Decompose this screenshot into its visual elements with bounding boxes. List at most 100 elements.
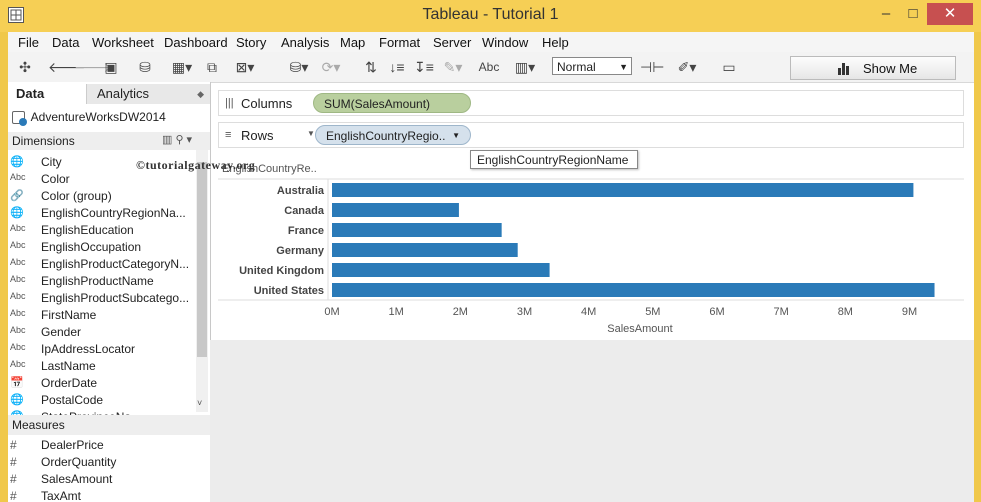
dimension-field[interactable]: 🔗 Color (group) <box>8 188 196 205</box>
abc-type-icon: Abc <box>10 359 26 369</box>
menu-format[interactable]: Format <box>379 35 420 50</box>
category-label: Australia <box>277 185 325 197</box>
sort-descending-icon[interactable]: ↧≡ <box>414 58 434 76</box>
menu-help[interactable]: Help <box>542 35 569 50</box>
measure-field[interactable]: # OrderQuantity <box>8 454 196 471</box>
new-datasource-icon[interactable]: ⛁ <box>136 58 154 76</box>
dimension-field[interactable]: Abc EnglishProductName <box>8 273 196 290</box>
rows-pill[interactable]: EnglishCountryRegio.. ▼ <box>315 125 471 145</box>
clear-sheet-icon[interactable]: ⊠▾ <box>232 58 258 76</box>
menu-worksheet[interactable]: Worksheet <box>92 35 154 50</box>
chevron-down-icon[interactable]: ▼ <box>452 126 460 146</box>
chevron-down-icon: ▼ <box>619 62 628 72</box>
dimension-field-label: City <box>41 155 62 169</box>
category-label: United States <box>254 285 324 297</box>
pen-icon[interactable]: ✐▾ <box>674 58 700 76</box>
date-type-icon: 📅 <box>10 377 24 389</box>
category-label: France <box>288 225 324 237</box>
highlight-icon[interactable]: ✎▾ <box>440 58 466 76</box>
close-button[interactable]: ✕ <box>927 3 973 25</box>
tableau-logo-icon[interactable]: ✣ <box>16 58 34 76</box>
dimension-field-label: OrderDate <box>41 376 98 390</box>
labels-icon[interactable]: Abc <box>476 58 502 76</box>
scrollbar-thumb[interactable] <box>197 162 207 357</box>
rows-shelf[interactable]: ≡ Rows ▼ EnglishCountryRegio.. ▼ <box>218 122 964 148</box>
dimension-field[interactable]: Abc Gender <box>8 324 196 341</box>
swap-icon[interactable]: ⇅ <box>362 58 380 76</box>
dimension-field-label: EnglishCountryRegionNa... <box>41 206 186 220</box>
menu-data[interactable]: Data <box>52 35 79 50</box>
measure-field[interactable]: # SalesAmount <box>8 471 196 488</box>
scrollbar[interactable]: ˅ <box>196 150 208 412</box>
number-type-icon: # <box>10 489 17 502</box>
search-icon[interactable]: ▥ ⚲ ▾ <box>162 133 192 146</box>
dimension-field-label: Gender <box>41 325 82 339</box>
category-label: Canada <box>284 205 325 217</box>
x-tick-label: 2M <box>453 306 468 318</box>
new-sheet-icon[interactable]: ▦▾ <box>170 58 194 76</box>
geo-type-icon: 🌐 <box>10 156 24 168</box>
collapse-icon[interactable]: ◆ <box>197 84 204 104</box>
menu-window[interactable]: Window <box>482 35 528 50</box>
abc-type-icon: Abc <box>10 223 26 233</box>
chevron-down-icon[interactable]: ˅ <box>197 398 202 408</box>
bar-chart: EnglishCountryRe..AustraliaCanadaFranceG… <box>218 163 964 335</box>
duplicate-sheet-icon[interactable]: ⧉ <box>202 58 222 76</box>
x-tick-label: 5M <box>645 306 660 318</box>
chart-type-icon[interactable]: ▥▾ <box>510 58 540 76</box>
dimension-field[interactable]: 🌐 PostalCode <box>8 392 196 409</box>
x-tick-label: 4M <box>581 306 596 318</box>
empty-workspace <box>210 340 974 502</box>
number-type-icon: # <box>10 455 17 469</box>
toolbar: ✣ 🡐 🡒 ▣ ⛁ ▦▾ ⧉ ⊠▾ ⛁▾ ⟳▾ ⇅ ↓≡ ↧≡ ✎▾ Abc ▥… <box>8 52 974 83</box>
tab-data[interactable]: Data <box>8 84 86 104</box>
menu-map[interactable]: Map <box>340 35 365 50</box>
forward-icon[interactable]: 🡒 <box>74 58 112 76</box>
dimension-field[interactable]: Abc LastName <box>8 358 196 375</box>
columns-shelf[interactable]: ||| Columns SUM(SalesAmount) <box>218 90 964 116</box>
pause-updates-icon[interactable]: ⛁▾ <box>286 58 312 76</box>
title-bar: Tableau - Tutorial 1 ‒ □ ✕ <box>0 0 981 32</box>
dimension-field[interactable]: Abc EnglishEducation <box>8 222 196 239</box>
dimension-field-label: Color <box>41 172 70 186</box>
dimension-field[interactable]: Abc Color <box>8 171 196 188</box>
menu-story[interactable]: Story <box>236 35 266 50</box>
columns-pill[interactable]: SUM(SalesAmount) <box>313 93 471 113</box>
abc-type-icon: Abc <box>10 240 26 250</box>
dimension-field[interactable]: 📅 OrderDate <box>8 375 196 392</box>
sort-ascending-icon[interactable]: ↓≡ <box>388 58 406 76</box>
measure-field[interactable]: # TaxAmt <box>8 488 196 502</box>
presentation-icon[interactable]: ▭ <box>720 58 738 76</box>
abc-type-icon: Abc <box>10 308 26 318</box>
datasource-item[interactable]: AdventureWorksDW2014 <box>12 110 166 127</box>
dimension-field[interactable]: Abc EnglishOccupation <box>8 239 196 256</box>
maximize-button[interactable]: □ <box>900 3 926 25</box>
dimension-field[interactable]: Abc EnglishProductCategoryN... <box>8 256 196 273</box>
save-icon[interactable]: ▣ <box>102 58 120 76</box>
menu-dashboard[interactable]: Dashboard <box>164 35 228 50</box>
chart-area: EnglishCountryRe.. Australia Canada France G… <box>218 154 964 340</box>
menu-file[interactable]: File <box>18 35 39 50</box>
bar-chart-icon <box>838 63 849 75</box>
dimension-field[interactable]: Abc EnglishProductSubcatego... <box>8 290 196 307</box>
measure-field[interactable]: # DealerPrice <box>8 437 196 454</box>
measure-field-label: DealerPrice <box>41 438 104 452</box>
menu-analysis[interactable]: Analysis <box>281 35 329 50</box>
refresh-icon[interactable]: ⟳▾ <box>318 58 344 76</box>
minimize-button[interactable]: ‒ <box>873 3 899 25</box>
dimension-field[interactable]: 🌐 EnglishCountryRegionNa... <box>8 205 196 222</box>
show-me-button[interactable]: Show Me <box>790 56 956 80</box>
dimensions-header: Dimensions ▥ ⚲ ▾ <box>8 132 210 150</box>
dimension-field-label: Color (group) <box>41 189 112 203</box>
dimension-field-label: EnglishEducation <box>41 223 134 237</box>
fit-select[interactable]: Normal ▼ <box>552 57 632 75</box>
tab-analytics[interactable]: Analytics ◆ <box>86 84 210 104</box>
dimension-field[interactable]: Abc IpAddressLocator <box>8 341 196 358</box>
pin-icon[interactable]: ⊣⊢ <box>640 58 664 76</box>
back-icon[interactable]: 🡐 <box>48 58 86 76</box>
dimension-field[interactable]: Abc FirstName <box>8 307 196 324</box>
chevron-down-icon[interactable]: ▼ <box>307 129 315 138</box>
abc-type-icon: Abc <box>10 325 26 335</box>
menu-server[interactable]: Server <box>433 35 471 50</box>
number-type-icon: # <box>10 438 17 452</box>
